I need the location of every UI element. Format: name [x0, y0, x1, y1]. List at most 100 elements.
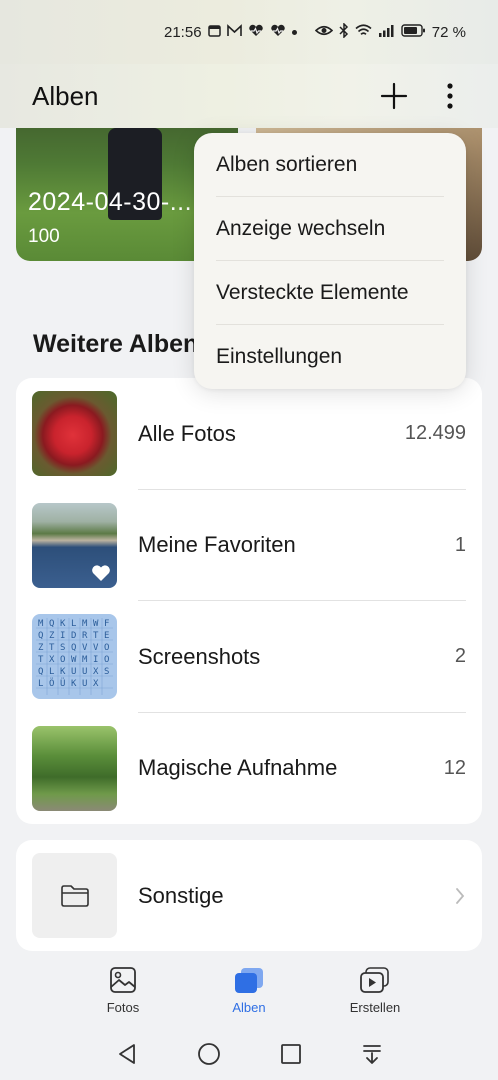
svg-text:L: L — [38, 679, 43, 689]
svg-text:D: D — [71, 631, 76, 641]
svg-text:Q: Q — [38, 667, 43, 677]
svg-text:K: K — [71, 679, 77, 689]
svg-text:L: L — [49, 667, 54, 677]
eye-icon — [314, 24, 333, 41]
nav-label: Erstellen — [349, 999, 401, 1015]
bluetooth-icon — [339, 21, 349, 42]
svg-text:I: I — [93, 655, 98, 665]
nav-item-fotos[interactable]: Fotos — [83, 966, 163, 1015]
album-count: 100 — [28, 226, 60, 247]
letter-grid-image: MQKLMWF QZIDRTE ZTSQVVO TXOWMIO QLKUUXS … — [36, 618, 113, 696]
recents-icon[interactable] — [280, 1043, 302, 1065]
calendar-icon — [207, 24, 221, 41]
album-row-favoriten[interactable]: Meine Favoriten 1 — [16, 490, 482, 601]
app-header: Alben — [0, 64, 498, 128]
back-icon[interactable] — [116, 1042, 138, 1066]
plus-icon — [380, 82, 408, 110]
svg-text:X: X — [49, 655, 55, 665]
album-label: Meine Favoriten — [138, 532, 296, 558]
nav-item-alben[interactable]: Alben — [209, 966, 289, 1015]
svg-text:Ü: Ü — [60, 678, 65, 689]
svg-text:U: U — [82, 679, 87, 689]
page-title: Alben — [32, 80, 99, 111]
album-label: Magische Aufnahme — [138, 755, 338, 781]
svg-text:W: W — [71, 655, 77, 665]
svg-text:R: R — [82, 631, 88, 641]
svg-text:U: U — [82, 667, 87, 677]
svg-text:T: T — [93, 631, 99, 641]
status-time: 21:56 — [164, 23, 202, 41]
svg-text:Q: Q — [71, 643, 76, 653]
add-album-button[interactable] — [378, 80, 410, 112]
album-row-screenshots[interactable]: MQKLMWF QZIDRTE ZTSQVVO TXOWMIO QLKUUXS … — [16, 601, 482, 713]
svg-text:Z: Z — [49, 631, 55, 641]
section-title: Weitere Alben — [33, 330, 199, 358]
more-vertical-icon — [447, 83, 453, 109]
svg-text:K: K — [60, 667, 66, 677]
svg-text:Q: Q — [49, 619, 54, 629]
signal-icon — [378, 24, 395, 41]
create-icon — [360, 966, 389, 993]
nav-label: Fotos — [106, 999, 140, 1015]
album-thumb-screenshots: MQKLMWF QZIDRTE ZTSQVVO TXOWMIO QLKUUXS … — [32, 614, 117, 700]
album-date: 2024-04-30-... — [28, 188, 193, 216]
home-icon[interactable] — [197, 1042, 221, 1066]
menu-item-sort[interactable]: Alben sortieren — [216, 133, 444, 197]
svg-text:T: T — [38, 655, 44, 665]
chevron-right-icon — [456, 887, 465, 904]
svg-text:T: T — [49, 643, 55, 653]
heart-icon — [92, 565, 110, 581]
nav-item-erstellen[interactable]: Erstellen — [335, 966, 415, 1015]
album-row-magische[interactable]: Magische Aufnahme 12 — [16, 713, 482, 825]
menu-item-settings[interactable]: Einstellungen — [216, 325, 444, 389]
album-label: Screenshots — [138, 643, 261, 669]
svg-text:X: X — [93, 679, 99, 689]
svg-text:M: M — [82, 655, 88, 665]
battery-level: 72 % — [431, 23, 466, 41]
svg-text:X: X — [93, 667, 99, 677]
albums-icon — [235, 967, 263, 993]
svg-text:O: O — [60, 655, 65, 665]
svg-text:O: O — [104, 643, 109, 653]
album-row-alle-fotos[interactable]: Alle Fotos 12.499 — [16, 378, 482, 490]
menu-item-hidden[interactable]: Versteckte Elemente — [216, 261, 444, 325]
svg-text:W: W — [93, 619, 99, 629]
svg-text:S: S — [104, 667, 109, 677]
svg-text:F: F — [104, 619, 109, 629]
album-count: 12 — [443, 756, 466, 779]
svg-text:L: L — [71, 619, 76, 629]
svg-text:E: E — [104, 631, 109, 641]
svg-text:V: V — [93, 643, 99, 653]
svg-text:Q: Q — [38, 631, 43, 641]
system-navigation — [0, 1028, 498, 1080]
menu-item-view[interactable]: Anzeige wechseln — [216, 197, 444, 261]
svg-text:Z: Z — [38, 643, 44, 653]
dot-icon — [291, 29, 297, 35]
svg-text:K: K — [60, 619, 66, 629]
health-icon — [248, 24, 264, 41]
folder-icon — [60, 884, 89, 907]
svg-text:Ö: Ö — [49, 678, 54, 689]
health-icon-2 — [270, 24, 286, 41]
wifi-icon — [355, 23, 372, 41]
album-label: Alle Fotos — [138, 420, 236, 446]
nav-label: Alben — [232, 999, 266, 1015]
bottom-navigation: Fotos Alben Erstellen — [0, 952, 498, 1028]
svg-text:V: V — [82, 643, 88, 653]
album-count: 1 — [454, 533, 466, 556]
album-count: 2 — [454, 645, 466, 668]
album-row-sonstige[interactable]: Sonstige — [16, 840, 482, 951]
more-options-button[interactable] — [434, 80, 466, 112]
notification-pull-icon[interactable] — [361, 1043, 383, 1065]
album-thumb-forest — [32, 725, 117, 811]
svg-text:O: O — [104, 655, 109, 665]
album-thumb-lake — [32, 502, 117, 588]
svg-text:M: M — [38, 619, 44, 629]
svg-text:M: M — [82, 619, 88, 629]
album-count: 12.499 — [404, 422, 466, 445]
album-list: Alle Fotos 12.499 Meine Favoriten 1 MQKL… — [16, 378, 482, 824]
album-label: Sonstige — [138, 882, 224, 908]
options-menu: Alben sortieren Anzeige wechseln Verstec… — [194, 133, 466, 389]
album-thumb-rose — [32, 391, 117, 477]
status-bar: 21:56 72 % — [0, 0, 498, 64]
